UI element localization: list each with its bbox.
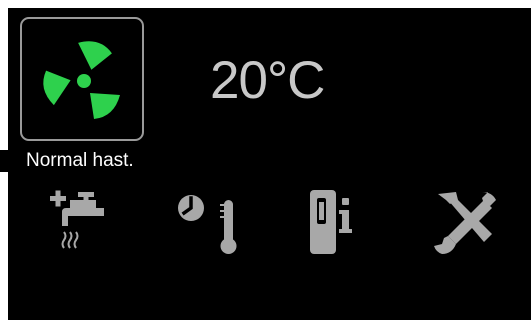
temperature-readout: 20°C: [210, 51, 325, 110]
top-border: [0, 0, 531, 8]
fan-mode-label: Normal hast.: [26, 150, 134, 171]
fan-icon: [43, 41, 120, 119]
tools-icon: [434, 192, 496, 254]
clock-thermometer-icon: [178, 195, 237, 254]
hot-water-button[interactable]: [48, 186, 118, 258]
device-info-icon: [310, 190, 352, 254]
device-info-button[interactable]: [308, 186, 372, 258]
display-screen: Normal hast. 20°C: [0, 0, 531, 320]
fan-speed-button[interactable]: [20, 17, 144, 141]
settings-tools-button[interactable]: [428, 186, 500, 258]
hot-water-tap-icon: [50, 190, 104, 249]
left-border-notch: [0, 150, 10, 172]
schedule-temperature-button[interactable]: [176, 186, 248, 258]
